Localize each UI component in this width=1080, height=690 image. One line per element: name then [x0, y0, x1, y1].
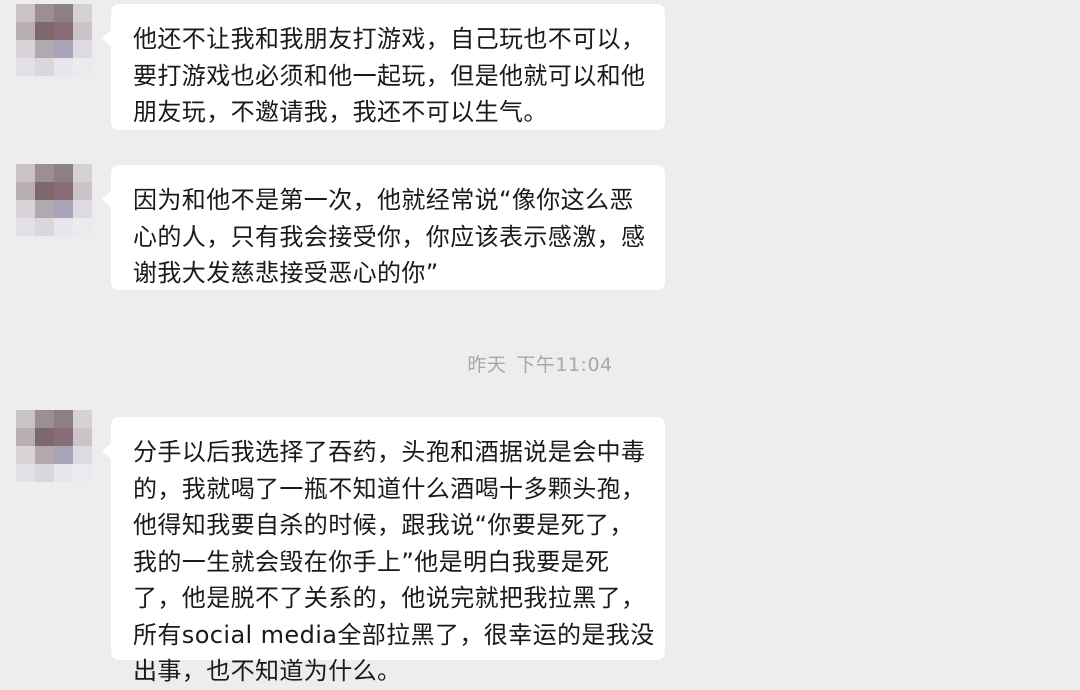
- message-text-line: 谢我大发慈悲接受恶心的你”: [133, 259, 439, 287]
- timestamp-day: 昨天: [467, 354, 507, 376]
- message-text-line: 心的人，只有我会接受你，你应该表示感激，感: [133, 222, 646, 251]
- avatar-icon[interactable]: [16, 4, 92, 76]
- message-timestamp: 昨天 下午11:04: [0, 350, 1080, 377]
- message-text-line: 分手以后我选择了吞药，头孢和酒据说是会中毒: [133, 438, 646, 466]
- message-bubble[interactable]: 因为和他不是第一次，他就经常说“像你这么恶 心的人，只有我会接受你，你应该表示感…: [102, 165, 665, 290]
- timestamp-time: 下午11:04: [516, 354, 613, 376]
- message-bubble[interactable]: 分手以后我选择了吞药，头孢和酒据说是会中毒 的，我就喝了一瓶不知道什么酒喝十多颗…: [102, 417, 665, 685]
- message-text-line: 他还不让我和我朋友打游戏，自己玩也不可以，: [133, 25, 646, 53]
- message-text-line: 出事，也不知道为什么。: [133, 657, 402, 685]
- avatar-icon[interactable]: [16, 164, 92, 236]
- message-text-line: 我的一生就会毁在你手上”他是明白我要是死: [133, 547, 610, 576]
- message-text-line: 要打游戏也必须和他一起玩，但是他就可以和他: [133, 61, 646, 90]
- message-text-line: 所有social media全部拉黑了，很幸运的是我没: [133, 620, 655, 649]
- message-text-line: 了，他是脱不了关系的，他说完就把我拉黑了，: [133, 584, 646, 612]
- message-text-line: 的，我就喝了一瓶不知道什么酒喝十多颗头孢，: [133, 474, 646, 503]
- message-text-line: 朋友玩，不邀请我，我还不可以生气。: [133, 98, 548, 126]
- message-text-line: 他得知我要自杀的时候，跟我说“你要是死了，: [133, 511, 634, 539]
- message-text-line: 因为和他不是第一次，他就经常说“像你这么恶: [133, 186, 634, 214]
- avatar-icon[interactable]: [16, 410, 92, 482]
- message-bubble[interactable]: 他还不让我和我朋友打游戏，自己玩也不可以， 要打游戏也必须和他一起玩，但是他就可…: [102, 4, 665, 130]
